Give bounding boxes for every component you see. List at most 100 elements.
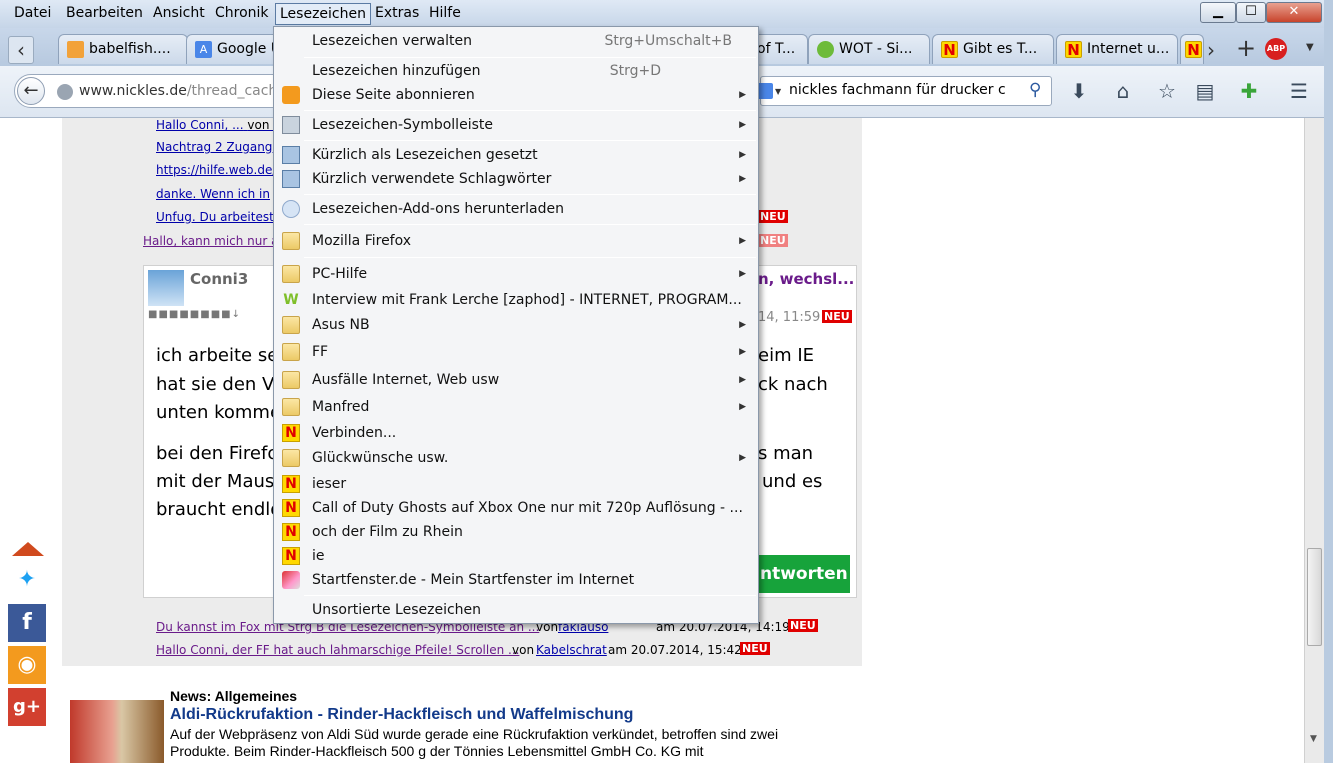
downloads-button[interactable]: ⬇ <box>1066 78 1092 104</box>
menu-item-bookmark-startfenster[interactable]: Startfenster.de - Mein Startfenster im I… <box>276 568 756 592</box>
new-badge: NEU <box>740 642 770 655</box>
folder-icon <box>282 449 300 467</box>
home-button[interactable]: ⌂ <box>1110 78 1136 104</box>
menu-bearbeiten[interactable]: Bearbeiten <box>62 3 147 25</box>
star-icon: ☆ <box>1158 79 1176 103</box>
menu-item-bookmark-addons[interactable]: Lesezeichen-Add-ons herunterladen <box>276 197 756 221</box>
menu-item-bookmark-verbinden[interactable]: N Verbinden... <box>276 421 756 445</box>
menu-item-folder-pc-hilfe[interactable]: PC-Hilfe ▶ <box>276 262 756 286</box>
menu-item-bookmark-ie[interactable]: Nie <box>276 544 756 568</box>
search-input[interactable]: nickles fachmann für drucker c <box>789 82 1006 98</box>
menu-item-folder-mozilla-firefox[interactable]: Mozilla Firefox ▶ <box>276 229 756 253</box>
menu-item-unsorted-bookmarks[interactable]: Unsortierte Lesezeichen <box>276 598 756 622</box>
news-title[interactable]: Aldi-Rückrufaktion - Rinder-Hackfleisch … <box>170 706 633 724</box>
menu-item-folder-glueckwuensche[interactable]: Glückwünsche usw. ▶ <box>276 446 756 470</box>
menu-item-folder-asus-nb[interactable]: Asus NB ▶ <box>276 313 756 337</box>
tab-wot[interactable]: WOT - Si... <box>808 34 930 64</box>
scroll-down-icon[interactable]: ▼ <box>1310 734 1317 744</box>
vertical-scrollbar[interactable]: ▼ <box>1304 118 1324 763</box>
tab-nickles-partial[interactable]: N <box>1180 34 1204 64</box>
download-arrow-icon: ⬇ <box>1070 79 1088 103</box>
avatar <box>148 270 184 306</box>
menu-item-manage-bookmarks[interactable]: Lesezeichen verwalten Strg+Umschalt+B <box>276 29 756 53</box>
google-plus-icon[interactable]: g+ <box>8 688 46 726</box>
hamburger-icon: ☰ <box>1290 79 1308 103</box>
bookmarks-menu-button[interactable]: ▤ <box>1192 78 1218 104</box>
thread-link[interactable]: Unfug. Du arbeitest <box>156 210 274 224</box>
menu-extras[interactable]: Extras <box>371 3 423 25</box>
minimize-icon: ▁ <box>1213 4 1223 19</box>
tab-gibt-es[interactable]: N Gibt es T... <box>932 34 1054 64</box>
maximize-button[interactable]: ☐ <box>1236 2 1266 23</box>
chevron-right-icon: › <box>1207 38 1215 62</box>
tab-list-button[interactable]: ▼ <box>1306 42 1314 53</box>
search-engine-icon[interactable] <box>757 83 773 99</box>
menu-item-recent-bookmarks[interactable]: Kürzlich als Lesezeichen gesetzt ▶ <box>276 143 756 167</box>
tab-internet[interactable]: N Internet u... <box>1056 34 1178 64</box>
user-link[interactable]: Kabelschrat <box>536 643 607 657</box>
separator <box>304 257 756 258</box>
abp-icon: ABP <box>1266 44 1286 53</box>
addons-button[interactable]: ✚ <box>1236 78 1262 104</box>
new-tab-button[interactable]: + <box>1236 34 1256 62</box>
search-icon[interactable]: ⚲ <box>1029 80 1041 100</box>
menu-item-bookmark-film[interactable]: Noch der Film zu Rhein <box>276 520 756 544</box>
url-bar[interactable]: ← www.nickles.de/thread_cache <box>14 74 286 108</box>
menu-item-bookmark-call-of-duty[interactable]: N Call of Duty Ghosts auf Xbox One nur mi… <box>276 496 756 520</box>
facebook-icon[interactable]: f <box>8 604 46 642</box>
menu-ansicht[interactable]: Ansicht <box>149 3 209 25</box>
reply-button[interactable]: ntworten <box>756 555 850 593</box>
tab-scroll-right-button[interactable]: › <box>1207 38 1215 62</box>
menu-item-bookmarks-toolbar[interactable]: Lesezeichen-Symbolleiste ▶ <box>276 113 756 137</box>
ww-icon: W <box>283 292 299 308</box>
folder-icon <box>282 316 300 334</box>
bookmark-star-button[interactable]: ☆ <box>1154 78 1180 104</box>
url-text[interactable]: www.nickles.de/thread_cache <box>79 83 286 99</box>
rss-icon <box>282 86 300 104</box>
menu-bar: Datei Bearbeiten Ansicht Chronik Lesezei… <box>0 0 1333 28</box>
clipboard-icon: ▤ <box>1195 79 1215 103</box>
news-thumbnail[interactable] <box>70 700 164 763</box>
thread-link[interactable]: Hallo Conni, ... von K <box>156 118 281 132</box>
rss-icon[interactable]: ◉ <box>8 646 46 684</box>
scrollbar-thumb[interactable] <box>1307 548 1322 646</box>
search-bar[interactable]: ▼ nickles fachmann für drucker c ⚲ <box>757 76 1052 106</box>
thread-link[interactable]: Hallo Conni, der FF hat auch lahmarschig… <box>156 643 519 657</box>
thread-link[interactable]: https://hilfe.web.de/e <box>156 163 284 177</box>
separator <box>304 595 756 596</box>
scroll-top-icon[interactable] <box>12 542 44 556</box>
menu-item-add-bookmark[interactable]: Lesezeichen hinzufügen Strg+D <box>276 59 756 83</box>
menu-hilfe[interactable]: Hilfe <box>425 3 465 25</box>
menu-item-recent-tags[interactable]: Kürzlich verwendete Schlagwörter ▶ <box>276 167 756 191</box>
post-text-line: ck nach <box>758 374 828 395</box>
thread-link[interactable]: danke. Wenn ich in <box>156 187 270 201</box>
nickles-icon: N <box>1185 41 1202 59</box>
menu-item-subscribe[interactable]: Diese Seite abonnieren ▶ <box>276 83 756 107</box>
close-button[interactable]: ✕ <box>1266 2 1322 23</box>
post-text-line: s man <box>758 443 814 464</box>
post-text-line: braucht endlo <box>156 499 282 520</box>
menu-chronik[interactable]: Chronik <box>211 3 273 25</box>
nickles-icon: N <box>282 499 300 517</box>
menu-item-bookmark-interview[interactable]: W Interview mit Frank Lerche [zaphod] - I… <box>276 288 756 312</box>
tab-google[interactable]: A Google Ü <box>186 34 286 64</box>
menu-item-folder-ff[interactable]: FF ▶ <box>276 340 756 364</box>
back-button[interactable]: ← <box>17 77 45 105</box>
adblock-plus-button[interactable]: ABP <box>1265 38 1287 60</box>
menu-item-folder-ausfaelle[interactable]: Ausfälle Internet, Web usw ▶ <box>276 368 756 392</box>
twitter-icon[interactable]: ✦ <box>8 561 46 599</box>
post-author[interactable]: Conni3 <box>190 270 248 288</box>
tab-babelfish[interactable]: babelfish.... <box>58 34 188 64</box>
menu-lesezeichen[interactable]: Lesezeichen <box>275 3 371 25</box>
close-icon: ✕ <box>1288 4 1300 19</box>
menu-datei[interactable]: Datei <box>10 3 55 25</box>
thread-link[interactable]: Hallo, kann mich nur a <box>143 234 279 248</box>
post-text-line: unten komme <box>156 402 282 423</box>
open-menu-button[interactable]: ☰ <box>1286 78 1312 104</box>
menu-item-bookmark-ieser[interactable]: Nieser <box>276 472 756 496</box>
minimize-button[interactable]: ▁ <box>1200 2 1236 23</box>
menu-item-folder-manfred[interactable]: Manfred ▶ <box>276 395 756 419</box>
tab-scroll-left-button[interactable]: ‹ <box>8 36 34 64</box>
post-text-line: ich arbeite se <box>156 345 279 366</box>
thread-link[interactable]: Nachtrag 2 Zugang <box>156 140 272 154</box>
